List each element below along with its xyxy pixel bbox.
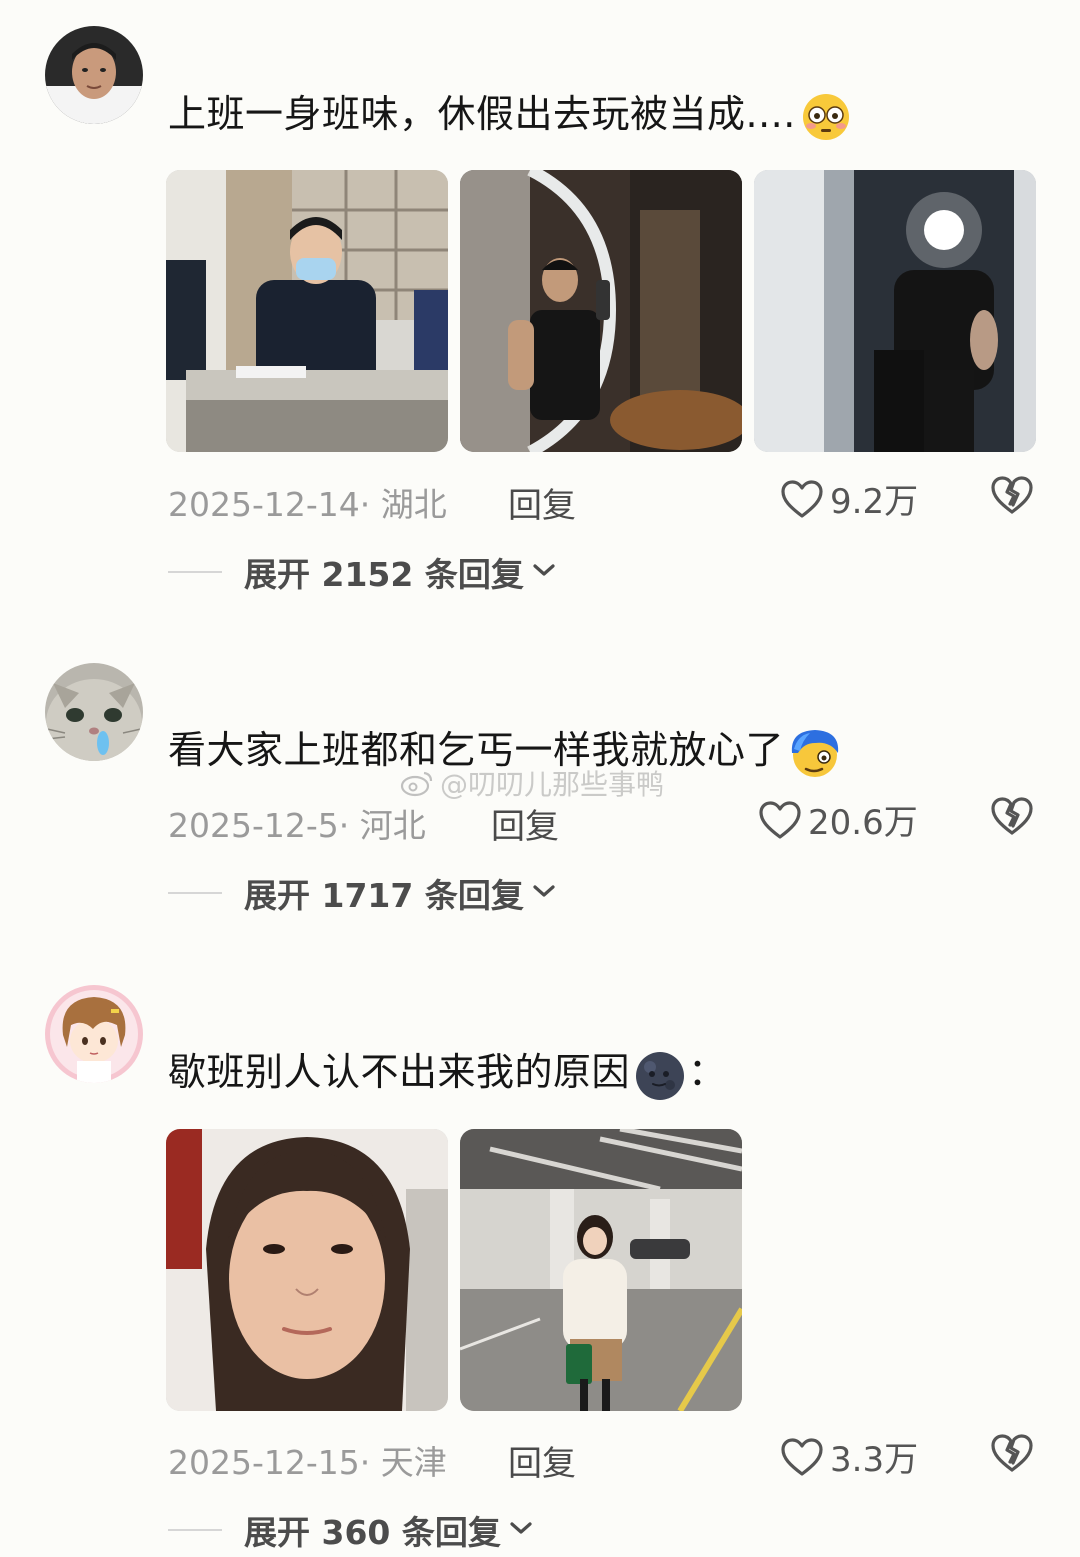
avatar[interactable] — [45, 985, 143, 1083]
reply-button[interactable]: 回复 — [508, 478, 576, 527]
expand-replies-label: 展开 1717 条回复 — [244, 876, 524, 915]
like-count: 9.2万 — [830, 482, 919, 522]
comment-location: 天津 — [380, 1443, 447, 1482]
divider-line — [168, 1529, 222, 1531]
heart-icon — [781, 1437, 823, 1476]
like-button[interactable]: 3.3万 — [780, 1432, 918, 1481]
like-count: 3.3万 — [830, 1440, 919, 1480]
comment-text: 歇班别人认不出来我的原因 ： — [168, 1048, 727, 1101]
avatar[interactable] — [45, 26, 143, 124]
expand-replies[interactable]: 展开 1717 条回复 — [168, 871, 556, 915]
like-button[interactable]: 9.2万 — [780, 474, 918, 523]
expand-replies-label: 展开 360 条回复 — [244, 1513, 501, 1552]
comment-location: 河北 — [359, 806, 426, 845]
dislike-button[interactable] — [990, 795, 1034, 845]
like-button[interactable]: 20.6万 — [758, 795, 918, 844]
photo-thumbnail[interactable] — [460, 170, 742, 452]
watermark: @叨叨儿那些事鸭 — [400, 763, 664, 803]
flushed-face-emoji — [798, 93, 854, 141]
photo-thumbnail[interactable] — [754, 170, 1036, 452]
expand-replies[interactable]: 展开 360 条回复 — [168, 1508, 533, 1552]
like-count: 20.6万 — [808, 803, 918, 843]
watermark-text: @叨叨儿那些事鸭 — [440, 768, 665, 801]
chevron-down-icon — [532, 562, 556, 582]
dislike-button[interactable] — [990, 1432, 1034, 1482]
heart-icon — [781, 479, 823, 518]
avatar[interactable] — [45, 663, 143, 761]
blue-hair-face-emoji — [786, 727, 844, 779]
reply-button[interactable]: 回复 — [491, 799, 559, 848]
comment-location: 湖北 — [380, 485, 447, 524]
comment-date-location: 2025-12-14· 湖北 — [168, 478, 447, 526]
comment-text-suffix: ： — [688, 1050, 727, 1094]
dislike-button[interactable] — [990, 474, 1034, 524]
comment-date: 2025-12-14· — [168, 485, 371, 524]
comment-text-body: 歇班别人认不出来我的原因 — [168, 1050, 631, 1094]
comment-date-location: 2025-12-5· 河北 — [168, 799, 426, 847]
comment-meta: 2025-12-15· 天津 回复 3.3万 — [168, 1430, 1038, 1484]
photo-grid — [166, 1129, 742, 1411]
broken-heart-icon — [991, 1434, 1033, 1472]
comment-meta: 2025-12-14· 湖北 回复 9.2万 — [168, 472, 1038, 526]
photo-thumbnail[interactable] — [460, 1129, 742, 1411]
divider-line — [168, 892, 222, 894]
photo-thumbnail[interactable] — [166, 1129, 448, 1411]
broken-heart-icon — [991, 797, 1033, 835]
heart-icon — [759, 800, 801, 839]
comment-date-location: 2025-12-15· 天津 — [168, 1436, 447, 1484]
comment-text: 上班一身班味，休假出去玩被当成.... — [168, 90, 854, 141]
expand-replies-label: 展开 2152 条回复 — [244, 555, 524, 594]
weibo-logo-icon — [400, 771, 433, 797]
expand-replies[interactable]: 展开 2152 条回复 — [168, 550, 556, 594]
reply-button[interactable]: 回复 — [508, 1436, 576, 1485]
broken-heart-icon — [991, 476, 1033, 514]
photo-grid — [166, 170, 1036, 452]
comment-date: 2025-12-15· — [168, 1443, 371, 1482]
comment-date: 2025-12-5· — [168, 806, 350, 845]
chevron-down-icon — [509, 1520, 533, 1540]
divider-line — [168, 571, 222, 573]
photo-thumbnail[interactable] — [166, 170, 448, 452]
comment-text-body: 上班一身班味，休假出去玩被当成.... — [168, 92, 796, 136]
new-moon-face-emoji — [632, 1049, 688, 1101]
chevron-down-icon — [532, 883, 556, 903]
